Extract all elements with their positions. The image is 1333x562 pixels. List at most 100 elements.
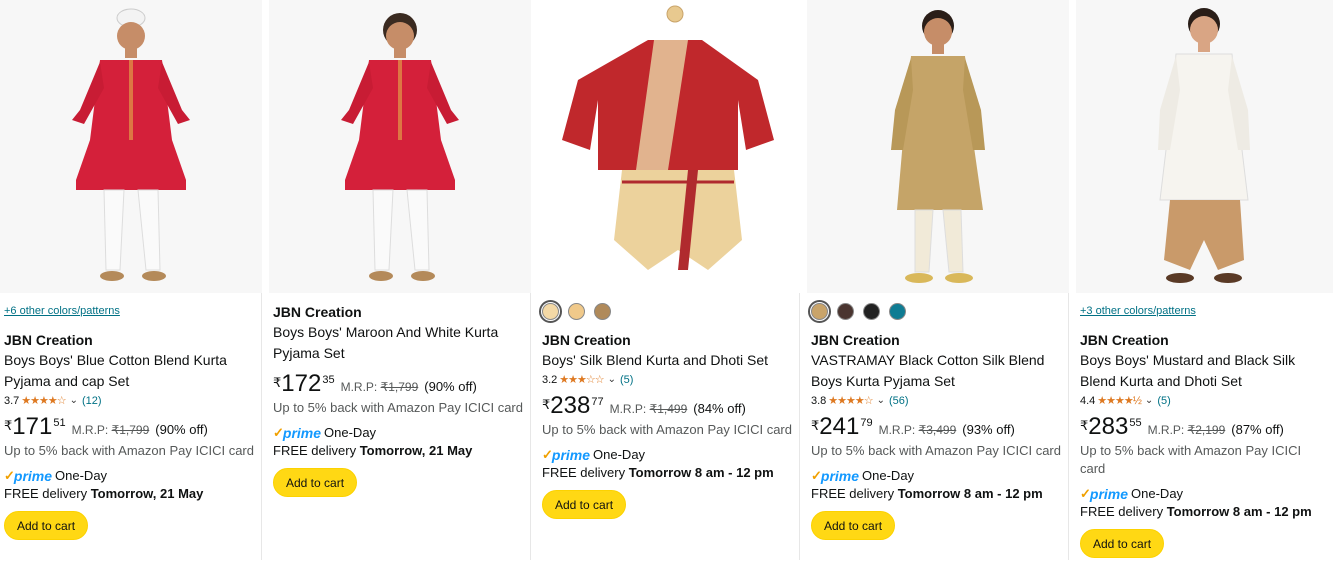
product-title[interactable]: Boys Boys' Mustard and Black Silk Blend … [1080,350,1327,392]
chevron-down-icon[interactable]: ⌄ [608,372,616,388]
chevron-down-icon[interactable]: ⌄ [877,393,885,409]
price-fraction: 77 [591,396,604,408]
color-swatch[interactable] [837,302,854,320]
product-image[interactable] [1076,0,1333,293]
delivery-info: FREE delivery Tomorrow 8 am - 12 pm [1080,503,1327,521]
product-image[interactable] [0,0,262,293]
mrp: M.R.P: ₹3,499 [879,424,957,436]
brand-name: JBN Creation [1080,332,1169,348]
price-row: ₹ 171 51 M.R.P: ₹1,799 (90% off) [4,415,255,439]
cashback-offer: Up to 5% back with Amazon Pay ICICI card [1080,443,1302,476]
prime-label: prime [13,468,53,484]
price-fraction: 35 [322,374,335,386]
color-swatches [808,298,1062,324]
other-colors-link[interactable]: +6 other colors/patterns [4,298,255,320]
brand-name: JBN Creation [542,332,631,348]
delivery-time: Tomorrow, 21 May [90,486,204,501]
cashback-offer: Up to 5% back with Amazon Pay ICICI card [542,422,792,437]
mrp-label: M.R.P: [609,402,647,416]
product-title[interactable]: Boys Boys' Blue Cotton Blend Kurta Pyjam… [4,350,255,392]
delivery-info: FREE delivery Tomorrow 8 am - 12 pm [542,464,793,482]
delivery-prefix: FREE delivery [1080,504,1167,519]
rating-value: 3.7 [4,395,20,407]
mrp-label: M.R.P: [340,380,378,394]
mrp-value: ₹2,199 [1187,423,1226,437]
star-rating-icon[interactable]: ★★★★½ [1097,393,1142,409]
add-to-cart-button[interactable]: Add to cart [4,511,89,540]
price-row: ₹ 283 55 M.R.P: ₹2,199 (87% off) [1080,415,1327,439]
cashback-offer: Up to 5% back with Amazon Pay ICICI card [273,400,523,415]
star-rating-icon[interactable]: ★★★☆☆ [559,372,604,388]
rating-row: 3.2 ★★★☆☆ ⌄ (5) [542,372,793,388]
currency-symbol: ₹ [4,418,13,433]
prime-badge: ✓ prime One-Day [811,467,1062,485]
mrp: M.R.P: ₹1,799 [72,424,150,436]
mrp: M.R.P: ₹1,799 [341,381,419,393]
review-count-link[interactable]: (5) [620,372,633,388]
prime-label: prime [820,468,860,484]
mrp-value: ₹1,799 [380,380,419,394]
prime-label: prime [282,425,322,441]
discount-percent: (87% off) [1231,422,1284,437]
review-count-link[interactable]: (56) [889,393,909,409]
product-title[interactable]: VASTRAMAY Black Cotton Silk Blend Boys K… [811,350,1062,392]
discount-percent: (90% off) [155,422,208,437]
star-rating-icon[interactable]: ★★★★☆ [828,393,873,409]
brand-name: JBN Creation [4,332,93,348]
product-card: JBN Creation VASTRAMAY Black Cotton Silk… [807,0,1069,560]
mrp-value: ₹3,499 [918,423,957,437]
prime-speed: One-Day [862,468,915,483]
chevron-down-icon[interactable]: ⌄ [70,393,78,409]
add-to-cart-button[interactable]: Add to cart [1080,529,1165,558]
other-colors-link[interactable]: +3 other colors/patterns [1080,298,1327,320]
delivery-info: FREE delivery Tomorrow 8 am - 12 pm [811,485,1062,503]
product-details: +3 other colors/patterns JBN Creation Bo… [1080,298,1327,558]
rating-value: 3.2 [542,374,558,386]
review-count-link[interactable]: (5) [1157,393,1170,409]
product-title[interactable]: Boys' Silk Blend Kurta and Dhoti Set [542,350,793,371]
currency-symbol: ₹ [542,397,551,412]
color-swatch[interactable] [594,302,611,320]
product-image[interactable] [538,0,800,293]
chevron-down-icon[interactable]: ⌄ [1145,393,1153,409]
mrp: M.R.P: ₹1,499 [610,403,688,415]
delivery-time: Tomorrow 8 am - 12 pm [1166,504,1312,519]
rating-value: 3.8 [811,395,827,407]
mrp-label: M.R.P: [71,423,109,437]
currency-symbol: ₹ [1080,418,1089,433]
product-image-graphic [1158,8,1250,283]
title-line: Pyjama Set [273,345,345,361]
product-image-graphic [562,5,774,270]
add-to-cart-button[interactable]: Add to cart [542,490,627,519]
delivery-prefix: FREE delivery [273,443,360,458]
price-whole: 283 [1088,413,1129,440]
add-to-cart-button[interactable]: Add to cart [811,511,896,540]
color-swatch[interactable] [568,302,585,320]
prime-label: prime [551,447,591,463]
review-count-link[interactable]: (12) [82,393,102,409]
color-swatch[interactable] [889,302,906,320]
cashback-offer: Up to 5% back with Amazon Pay ICICI card [4,443,254,458]
delivery-prefix: FREE delivery [4,486,91,501]
title-line: Pyjama and cap Set [4,373,130,389]
discount-percent: (93% off) [962,422,1015,437]
mrp-label: M.R.P: [878,423,916,437]
star-rating-icon[interactable]: ★★★★☆ [21,393,66,409]
price-fraction: 79 [860,417,873,429]
price-row: ₹ 238 77 M.R.P: ₹1,499 (84% off) [542,394,793,418]
prime-speed: One-Day [593,447,646,462]
delivery-info: FREE delivery Tomorrow, 21 May [4,485,255,503]
add-to-cart-button[interactable]: Add to cart [273,468,358,497]
product-details: JBN Creation Boys Boys' Maroon And White… [273,298,524,497]
price-whole: 172 [281,370,322,397]
product-image[interactable] [269,0,531,293]
price-whole: 171 [12,413,53,440]
brand-name: JBN Creation [273,304,362,320]
prime-badge: ✓ prime One-Day [4,467,255,485]
price-whole: 241 [819,413,860,440]
color-swatch[interactable] [863,302,880,320]
color-swatch[interactable] [808,299,831,323]
product-image[interactable] [807,0,1069,293]
color-swatch[interactable] [539,299,562,323]
product-title[interactable]: Boys Boys' Maroon And White Kurta Pyjama… [273,322,524,364]
